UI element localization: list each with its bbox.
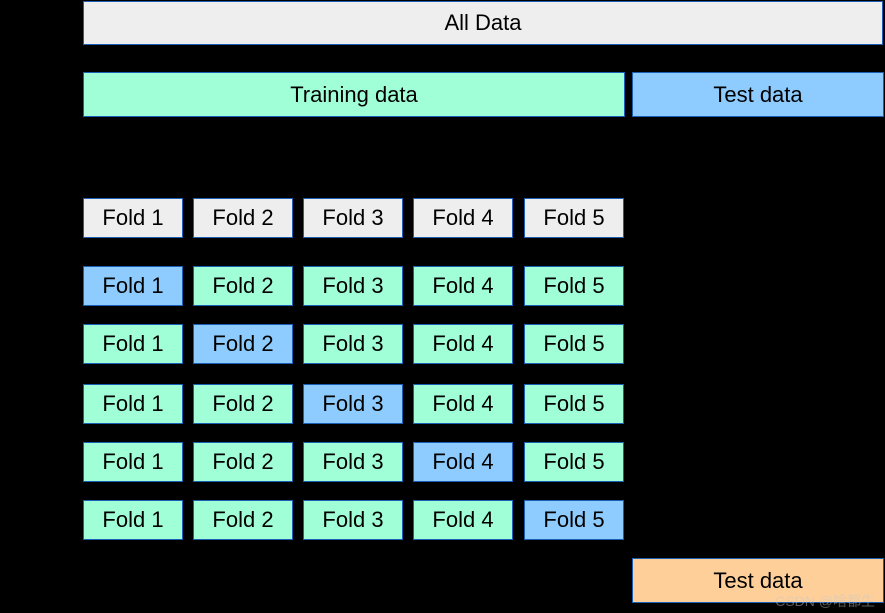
split2-fold4-label: Fold 4	[432, 331, 493, 357]
split1-fold5-label: Fold 5	[543, 273, 604, 299]
watermark-text: CSDN @啥都生	[775, 593, 875, 609]
split1-fold1: Fold 1	[83, 266, 183, 306]
fold-header-2: Fold 2	[193, 198, 293, 238]
split4-fold4-label: Fold 4	[432, 449, 493, 475]
split5-fold3-label: Fold 3	[322, 507, 383, 533]
training-data-label: Training data	[290, 82, 418, 108]
fold-header-3-label: Fold 3	[322, 205, 383, 231]
fold-header-3: Fold 3	[303, 198, 403, 238]
split3-fold1-label: Fold 1	[102, 391, 163, 417]
split5-fold5: Fold 5	[524, 500, 624, 540]
final-test-data-label: Test data	[713, 568, 802, 594]
split5-fold4-label: Fold 4	[432, 507, 493, 533]
split2-fold5-label: Fold 5	[543, 331, 604, 357]
split1-fold3: Fold 3	[303, 266, 403, 306]
split4-fold1-label: Fold 1	[102, 449, 163, 475]
fold-header-2-label: Fold 2	[212, 205, 273, 231]
split5-fold3: Fold 3	[303, 500, 403, 540]
split1-fold4-label: Fold 4	[432, 273, 493, 299]
fold-header-4: Fold 4	[413, 198, 513, 238]
split5-fold2: Fold 2	[193, 500, 293, 540]
split5-fold4: Fold 4	[413, 500, 513, 540]
split4-fold1: Fold 1	[83, 442, 183, 482]
split3-fold4: Fold 4	[413, 384, 513, 424]
split3-fold2-label: Fold 2	[212, 391, 273, 417]
split3-fold1: Fold 1	[83, 384, 183, 424]
split1-fold3-label: Fold 3	[322, 273, 383, 299]
test-data-box: Test data	[632, 72, 884, 117]
split5-fold2-label: Fold 2	[212, 507, 273, 533]
split3-fold5-label: Fold 5	[543, 391, 604, 417]
split2-fold1: Fold 1	[83, 324, 183, 364]
split4-fold5-label: Fold 5	[543, 449, 604, 475]
split1-fold2: Fold 2	[193, 266, 293, 306]
split5-fold1: Fold 1	[83, 500, 183, 540]
split4-fold2: Fold 2	[193, 442, 293, 482]
split2-fold3: Fold 3	[303, 324, 403, 364]
split4-fold4: Fold 4	[413, 442, 513, 482]
split1-fold5: Fold 5	[524, 266, 624, 306]
split2-fold4: Fold 4	[413, 324, 513, 364]
split3-fold3-label: Fold 3	[322, 391, 383, 417]
split2-fold5: Fold 5	[524, 324, 624, 364]
split3-fold2: Fold 2	[193, 384, 293, 424]
split3-fold4-label: Fold 4	[432, 391, 493, 417]
split4-fold5: Fold 5	[524, 442, 624, 482]
all-data-label: All Data	[444, 10, 521, 36]
split2-fold2-label: Fold 2	[212, 331, 273, 357]
fold-header-1: Fold 1	[83, 198, 183, 238]
split3-fold3: Fold 3	[303, 384, 403, 424]
test-data-label: Test data	[713, 82, 802, 108]
fold-header-1-label: Fold 1	[102, 205, 163, 231]
split4-fold3: Fold 3	[303, 442, 403, 482]
fold-header-5-label: Fold 5	[543, 205, 604, 231]
split1-fold4: Fold 4	[413, 266, 513, 306]
split2-fold3-label: Fold 3	[322, 331, 383, 357]
split2-fold1-label: Fold 1	[102, 331, 163, 357]
split1-fold1-label: Fold 1	[102, 273, 163, 299]
split4-fold2-label: Fold 2	[212, 449, 273, 475]
fold-header-5: Fold 5	[524, 198, 624, 238]
split2-fold2: Fold 2	[193, 324, 293, 364]
watermark: CSDN @啥都生	[775, 591, 875, 611]
fold-header-4-label: Fold 4	[432, 205, 493, 231]
split1-fold2-label: Fold 2	[212, 273, 273, 299]
split3-fold5: Fold 5	[524, 384, 624, 424]
training-data-box: Training data	[83, 72, 625, 117]
split5-fold5-label: Fold 5	[543, 507, 604, 533]
split4-fold3-label: Fold 3	[322, 449, 383, 475]
all-data-box: All Data	[83, 1, 883, 45]
split5-fold1-label: Fold 1	[102, 507, 163, 533]
